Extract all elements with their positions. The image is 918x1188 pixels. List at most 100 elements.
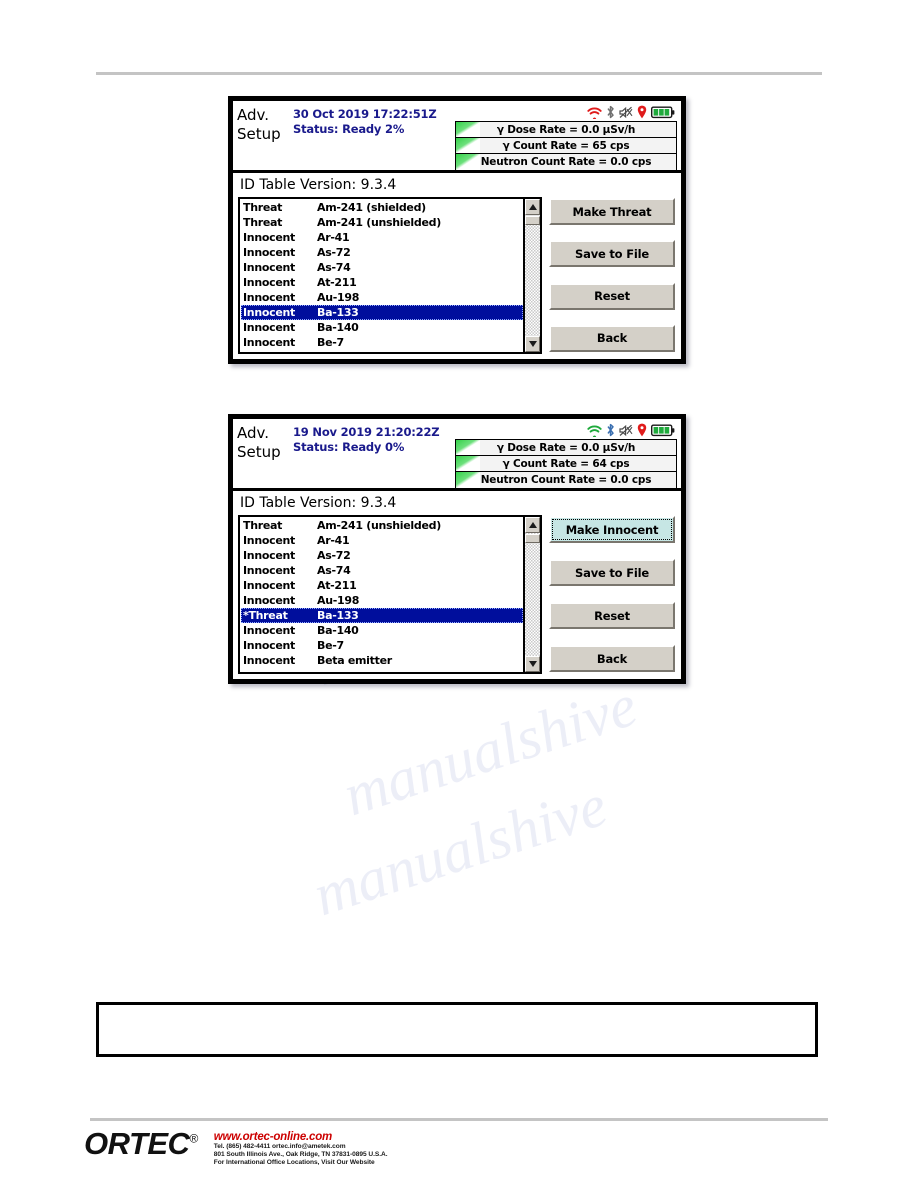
- row-nuclide: Be-7: [317, 336, 344, 349]
- row-nuclide: Ar-41: [317, 534, 350, 547]
- bluetooth-icon[interactable]: [606, 105, 615, 119]
- row-nuclide: At-211: [317, 276, 357, 289]
- row-classification: Innocent: [243, 336, 295, 349]
- table-row[interactable]: Innocent Au-198: [241, 593, 523, 608]
- status-header: Adv. Setup 30 Oct 2019 17:22:51Z Status:…: [233, 101, 681, 173]
- table-row[interactable]: Innocent Au-198: [241, 290, 523, 305]
- reset-button[interactable]: Reset: [549, 602, 675, 629]
- battery-icon[interactable]: [651, 106, 675, 119]
- readout-row: Neutron Count Rate = 0.0 cps: [456, 154, 676, 170]
- screen-mode-title: Adv. Setup: [237, 422, 293, 488]
- list-scrollbar[interactable]: [523, 199, 540, 352]
- row-nuclide: Au-198: [317, 291, 360, 304]
- row-nuclide: Ba-140: [317, 624, 359, 637]
- readout-row: γ Count Rate = 65 cps: [456, 138, 676, 154]
- speaker-muted-icon[interactable]: [619, 424, 633, 437]
- table-row[interactable]: Innocent At-211: [241, 578, 523, 593]
- table-row[interactable]: Innocent As-72: [241, 245, 523, 260]
- location-pin-icon[interactable]: [637, 105, 647, 119]
- row-classification: Innocent: [243, 549, 295, 562]
- action-button-column: Make Threat Save to File Reset Back: [549, 197, 676, 354]
- readout-level-bar: [456, 154, 480, 170]
- table-row[interactable]: Threat Am-241 (shielded): [241, 200, 523, 215]
- mode-title-line2: Setup: [237, 443, 281, 461]
- readout-row: γ Count Rate = 64 cps: [456, 456, 676, 472]
- nuclide-list-panel: Threat Am-241 (unshielded) Innocent Ar-4…: [238, 515, 542, 674]
- row-nuclide: At-211: [317, 579, 357, 592]
- row-nuclide: Am-241 (shielded): [317, 201, 426, 214]
- location-pin-icon[interactable]: [637, 423, 647, 437]
- header-datetime: 19 Nov 2019 21:20:22Z: [293, 425, 440, 439]
- scroll-down-icon[interactable]: [525, 336, 540, 352]
- scrollbar-track[interactable]: [525, 533, 540, 656]
- back-button[interactable]: Back: [549, 324, 675, 352]
- table-row[interactable]: Innocent As-72: [241, 548, 523, 563]
- table-row[interactable]: Innocent Be-7: [241, 335, 523, 350]
- radiation-readout-panel: γ Dose Rate = 0.0 μSv/h γ Count Rate = 6…: [455, 439, 677, 489]
- footer-offices-note: For International Office Locations, Visi…: [213, 1159, 375, 1167]
- wifi-icon[interactable]: [587, 424, 602, 437]
- table-row[interactable]: Innocent Ba-140: [241, 320, 523, 335]
- page-footer-rule: [90, 1118, 828, 1121]
- save-to-file-button[interactable]: Save to File: [549, 240, 675, 268]
- scrollbar-thumb[interactable]: [525, 216, 540, 225]
- row-classification: Innocent: [243, 261, 295, 274]
- status-icon-tray: [587, 104, 675, 120]
- make-threat-button[interactable]: Make Threat: [549, 198, 675, 225]
- battery-icon[interactable]: [651, 424, 675, 437]
- row-classification: Innocent: [243, 594, 295, 607]
- footer-website-link[interactable]: www.ortec-online.com: [214, 1131, 388, 1143]
- readout-level-bar: [456, 472, 480, 488]
- row-classification: Innocent: [243, 276, 295, 289]
- scroll-down-icon[interactable]: [525, 656, 540, 672]
- table-row[interactable]: Innocent Ba-140: [241, 623, 523, 638]
- table-row[interactable]: Innocent Be-7: [241, 638, 523, 653]
- row-classification: Innocent: [243, 534, 295, 547]
- table-row[interactable]: Innocent Ba-133: [241, 305, 523, 320]
- row-nuclide: As-74: [317, 261, 351, 274]
- device-screenshot-2: Adv. Setup 19 Nov 2019 21:20:22Z Status:…: [228, 414, 686, 684]
- screen-mode-title: Adv. Setup: [237, 104, 293, 170]
- back-button[interactable]: Back: [549, 645, 675, 672]
- readout-level-bar: [456, 138, 480, 153]
- readout-label: γ Dose Rate = 0.0 μSv/h: [496, 441, 636, 454]
- scroll-up-icon[interactable]: [525, 199, 540, 215]
- footer-contact-block: www.ortec-online.com Tel. (865) 482-4411…: [214, 1131, 388, 1168]
- row-nuclide: Ba-140: [317, 321, 359, 334]
- readout-label: γ Count Rate = 64 cps: [502, 457, 630, 470]
- speaker-muted-icon[interactable]: [619, 106, 633, 119]
- reset-button[interactable]: Reset: [549, 282, 675, 310]
- readout-label: Neutron Count Rate = 0.0 cps: [480, 156, 652, 168]
- row-classification: Innocent: [243, 654, 295, 667]
- scrollbar-thumb[interactable]: [525, 534, 540, 543]
- table-row[interactable]: Innocent As-74: [241, 260, 523, 275]
- row-nuclide: Be-7: [317, 639, 344, 652]
- readout-label: γ Count Rate = 65 cps: [502, 139, 630, 152]
- table-row[interactable]: Innocent Ar-41: [241, 230, 523, 245]
- body-columns: Threat Am-241 (shielded) Threat Am-241 (…: [238, 197, 676, 354]
- make-innocent-button[interactable]: Make Innocent: [549, 516, 675, 543]
- ortec-wordmark: ORTEC: [84, 1126, 190, 1161]
- save-to-file-button[interactable]: Save to File: [549, 559, 675, 586]
- table-row[interactable]: Innocent Ar-41: [241, 533, 523, 548]
- table-row[interactable]: Innocent At-211: [241, 275, 523, 290]
- row-nuclide: Au-198: [317, 594, 360, 607]
- table-row[interactable]: *Threat Ba-133: [241, 608, 523, 623]
- row-classification: Threat: [243, 216, 283, 229]
- scroll-up-icon[interactable]: [525, 517, 540, 533]
- empty-note-box: [96, 1002, 818, 1057]
- nuclide-list[interactable]: Threat Am-241 (shielded) Threat Am-241 (…: [240, 199, 523, 352]
- table-row[interactable]: Threat Am-241 (unshielded): [241, 518, 523, 533]
- list-scrollbar[interactable]: [523, 517, 540, 672]
- row-classification: Innocent: [243, 579, 295, 592]
- table-row[interactable]: Innocent Beta emitter: [241, 653, 523, 668]
- id-table-version-label: ID Table Version: 9.3.4: [240, 495, 397, 511]
- wifi-icon[interactable]: [587, 106, 602, 119]
- nuclide-list[interactable]: Threat Am-241 (unshielded) Innocent Ar-4…: [240, 517, 523, 672]
- readout-label: γ Dose Rate = 0.0 μSv/h: [496, 123, 636, 136]
- table-row[interactable]: Threat Am-241 (unshielded): [241, 215, 523, 230]
- table-row[interactable]: Innocent As-74: [241, 563, 523, 578]
- bluetooth-icon[interactable]: [606, 423, 615, 437]
- scrollbar-track[interactable]: [525, 215, 540, 336]
- row-classification: Innocent: [243, 231, 295, 244]
